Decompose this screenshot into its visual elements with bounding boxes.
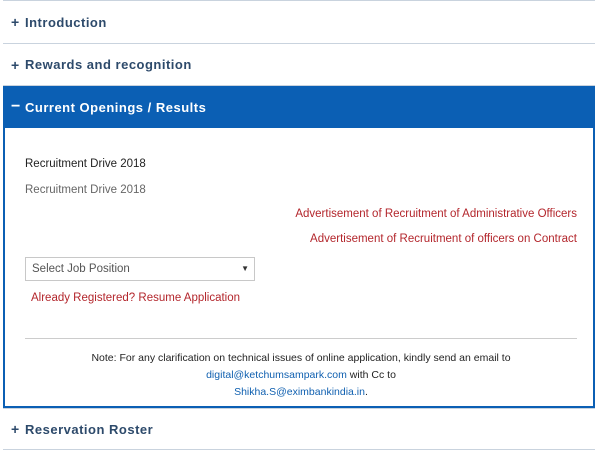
resume-application-link[interactable]: Already Registered? Resume Application [31,292,240,304]
accordion-introduction[interactable]: + Introduction [3,0,595,44]
plus-icon: + [11,56,20,73]
minus-icon: − [11,98,21,115]
chevron-down-icon: ▼ [241,264,249,273]
drive-title: Recruitment Drive 2018 [25,158,146,170]
ad-link-officers-on-contract[interactable]: Advertisement of Recruitment of officers… [310,233,577,245]
clarification-note: Note: For any clarification on technical… [25,350,577,401]
drive-subtitle: Recruitment Drive 2018 [25,184,146,196]
current-openings-panel: Recruitment Drive 2018 Recruitment Drive… [3,128,595,408]
accordion-rewards[interactable]: + Rewards and recognition [3,44,595,86]
note-prefix: Note: For any clarification on technical… [91,352,511,364]
plus-icon: + [11,14,20,30]
job-position-select-value: Select Job Position [32,263,130,275]
accordion-reservation-roster-label: Reservation Roster [25,421,154,437]
accordion-reservation-roster[interactable]: + Reservation Roster [3,408,595,450]
email-link-digital[interactable]: digital@ketchumsampark.com [206,369,347,381]
divider [25,338,577,339]
accordion-rewards-label: Rewards and recognition [25,57,192,72]
ad-link-administrative-officers[interactable]: Advertisement of Recruitment of Administ… [295,208,577,220]
accordion-current-openings-label: Current Openings / Results [25,99,207,115]
note-middle: with Cc to [346,369,396,381]
job-position-select[interactable]: Select Job Position ▼ [25,257,255,281]
accordion-current-openings[interactable]: − Current Openings / Results [3,86,595,128]
accordion-introduction-label: Introduction [25,14,107,30]
note-suffix: . [364,386,368,398]
email-link-shikha[interactable]: Shikha.S@eximbankindia.in [234,386,365,398]
plus-icon: + [11,421,20,437]
